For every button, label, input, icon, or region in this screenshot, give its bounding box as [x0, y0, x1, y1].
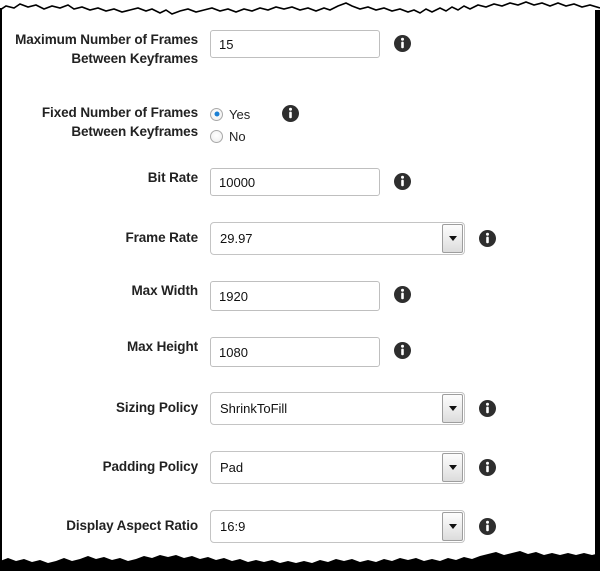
- control-fixed-keyframes: Yes No: [210, 103, 594, 148]
- radio-no-label: No: [229, 128, 246, 144]
- label-sizing-policy: Sizing Policy: [116, 400, 198, 415]
- display-aspect-ratio-select[interactable]: 16:9: [210, 510, 465, 543]
- radio-option-no[interactable]: No: [210, 126, 250, 146]
- max-width-input[interactable]: [210, 281, 380, 311]
- info-icon[interactable]: [479, 230, 496, 247]
- control-sizing-policy: ShrinkToFill: [210, 392, 594, 425]
- padding-policy-value: Pad: [220, 460, 244, 475]
- settings-form: Maximum Number of Frames Between Keyfram…: [4, 22, 594, 543]
- frame-rate-select[interactable]: 29.97: [210, 222, 465, 255]
- field-row-max-width: Max Width: [4, 281, 594, 311]
- max-keyframes-input[interactable]: [210, 30, 380, 58]
- padding-policy-select[interactable]: Pad: [210, 451, 465, 484]
- sizing-policy-value: ShrinkToFill: [220, 401, 288, 416]
- label-display-aspect-ratio: Display Aspect Ratio: [66, 518, 198, 533]
- field-row-frame-rate: Frame Rate 29.97: [4, 222, 594, 255]
- control-display-aspect-ratio: 16:9: [210, 510, 594, 543]
- chevron-down-icon[interactable]: [442, 453, 463, 482]
- control-max-width: [210, 281, 594, 311]
- info-icon[interactable]: [479, 459, 496, 476]
- field-row-max-keyframes: Maximum Number of Frames Between Keyfram…: [4, 30, 594, 68]
- info-icon[interactable]: [394, 173, 411, 190]
- radio-yes-indicator[interactable]: [210, 107, 223, 121]
- display-aspect-ratio-value: 16:9: [220, 519, 246, 534]
- form-panel: Maximum Number of Frames Between Keyfram…: [0, 0, 600, 571]
- label-bit-rate: Bit Rate: [147, 170, 198, 185]
- label-fixed-keyframes: Fixed Number of Frames Between Keyframes: [41, 105, 198, 139]
- radio-option-yes[interactable]: Yes: [210, 104, 250, 124]
- radio-yes-label: Yes: [229, 106, 251, 122]
- max-height-input[interactable]: [210, 337, 380, 367]
- field-row-bit-rate: Bit Rate: [4, 168, 594, 196]
- sizing-policy-select[interactable]: ShrinkToFill: [210, 392, 465, 425]
- control-padding-policy: Pad: [210, 451, 594, 484]
- page-right-edge: [595, 10, 600, 557]
- control-bit-rate: [210, 168, 594, 196]
- fixed-keyframes-radio-group: Yes No: [210, 103, 250, 148]
- field-row-max-height: Max Height: [4, 337, 594, 367]
- label-padding-policy: Padding Policy: [102, 459, 198, 474]
- control-max-keyframes: [210, 30, 594, 58]
- bit-rate-input[interactable]: [210, 168, 380, 196]
- control-frame-rate: 29.97: [210, 222, 594, 255]
- field-row-fixed-keyframes: Fixed Number of Frames Between Keyframes…: [4, 103, 594, 148]
- label-max-height: Max Height: [126, 339, 198, 354]
- torn-paper-bottom-edge: [0, 551, 600, 571]
- info-icon[interactable]: [479, 400, 496, 417]
- field-row-display-aspect-ratio: Display Aspect Ratio 16:9: [4, 510, 594, 543]
- info-icon[interactable]: [282, 105, 300, 122]
- field-row-sizing-policy: Sizing Policy ShrinkToFill: [4, 392, 594, 425]
- torn-paper-top-edge: [0, 1, 600, 22]
- control-max-height: [210, 337, 594, 367]
- frame-rate-value: 29.97: [220, 231, 253, 246]
- chevron-down-icon[interactable]: [442, 512, 463, 541]
- chevron-down-icon[interactable]: [442, 394, 463, 423]
- info-icon[interactable]: [394, 342, 411, 359]
- label-max-keyframes: Maximum Number of Frames Between Keyfram…: [15, 32, 198, 66]
- radio-no-indicator[interactable]: [210, 129, 223, 143]
- info-icon[interactable]: [479, 518, 496, 535]
- info-icon[interactable]: [394, 286, 411, 303]
- label-frame-rate: Frame Rate: [125, 230, 198, 245]
- info-icon[interactable]: [394, 35, 411, 52]
- chevron-down-icon[interactable]: [442, 224, 463, 253]
- page-left-edge: [0, 8, 2, 561]
- field-row-padding-policy: Padding Policy Pad: [4, 451, 594, 484]
- label-max-width: Max Width: [131, 283, 199, 298]
